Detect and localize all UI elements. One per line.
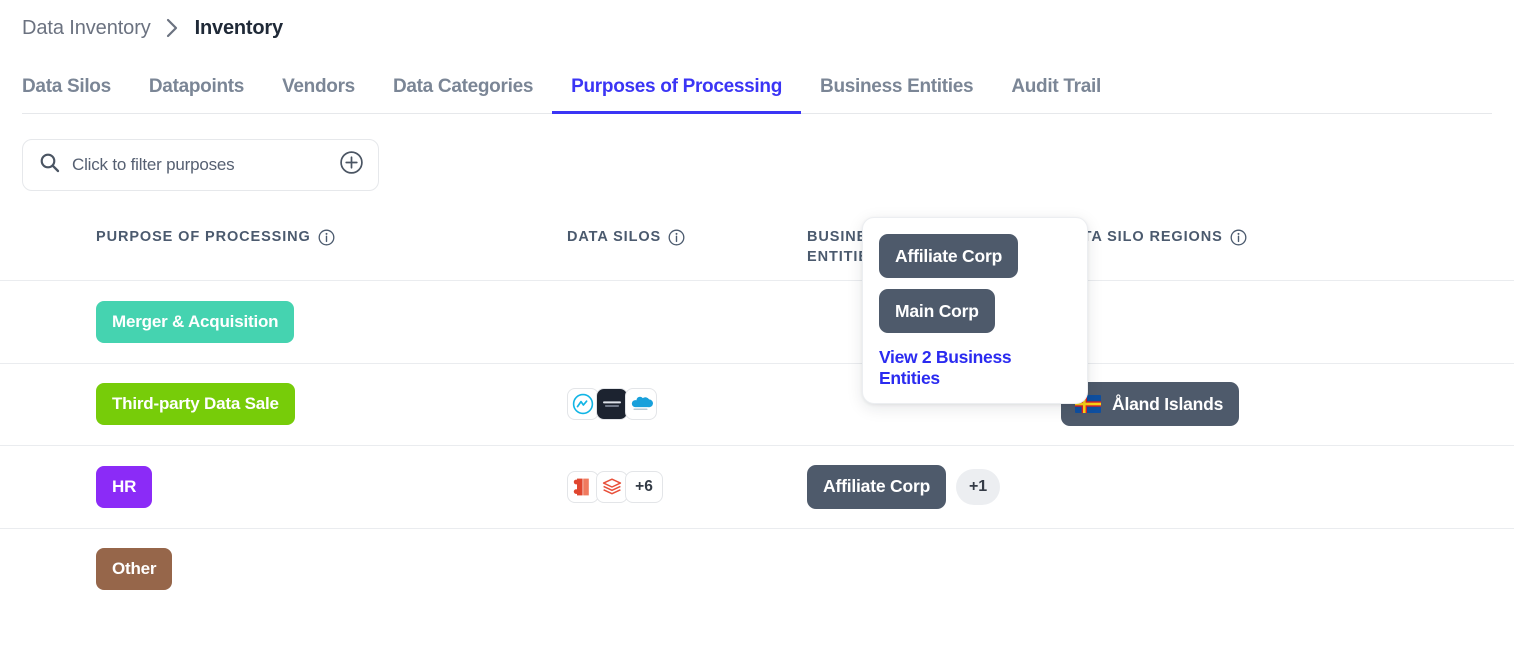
table-row: Third-party Data Sale [0,363,1514,446]
cell-data-silo-regions: Åland Islands [1047,382,1367,426]
data-silo-icon-group[interactable] [567,388,654,420]
tab-purposes-of-processing[interactable]: Purposes of Processing [552,76,801,114]
region-label: Åland Islands [1112,394,1223,415]
tab-business-entities[interactable]: Business Entities [801,76,992,114]
mixpanel-icon[interactable] [567,388,599,420]
purpose-badge[interactable]: Merger & Acquisition [96,301,294,343]
column-header-label: DATA SILOS [567,228,661,248]
cell-purpose: Other [22,548,567,590]
cell-purpose: Third-party Data Sale [22,383,567,425]
tab-data-categories[interactable]: Data Categories [374,76,552,114]
data-silos-more-count[interactable]: +6 [625,471,663,503]
filter-bar [0,114,1514,191]
info-icon[interactable] [1230,229,1247,253]
info-icon[interactable] [668,229,685,253]
table-header-row: PURPOSE OF PROCESSING DATA SILOS BUSIN [0,212,1514,280]
salesforce-icon[interactable] [625,388,657,420]
cell-data-silos: +6 [567,471,807,503]
cards-icon[interactable] [596,388,628,420]
column-header-label: PURPOSE OF PROCESSING [96,228,311,248]
column-header-data-silo-regions: DATA SILO REGIONS [1047,212,1367,253]
databricks-icon[interactable] [596,471,628,503]
search-icon [39,152,60,178]
cell-purpose: Merger & Acquisition [22,301,567,343]
business-entity-badge[interactable]: Affiliate Corp [807,465,946,509]
table-row: HR + [0,445,1514,528]
redshift-icon[interactable] [567,471,599,503]
search-box[interactable] [22,139,379,191]
cell-data-silos [567,388,807,420]
plus-circle-icon[interactable] [339,150,364,180]
cell-business-entities: Affiliate Corp +1 [807,465,1047,509]
purpose-badge[interactable]: Other [96,548,172,590]
popover-business-entity-badge[interactable]: Affiliate Corp [879,234,1018,278]
chevron-right-icon [151,17,195,39]
info-icon[interactable] [318,229,335,253]
search-input[interactable] [72,155,327,175]
tab-bar: Data Silos Datapoints Vendors Data Categ… [0,42,1514,114]
tab-datapoints[interactable]: Datapoints [130,76,263,114]
business-entities-more-count[interactable]: +1 [956,469,1000,505]
table-row: Merger & Acquisition [0,280,1514,363]
tab-data-silos[interactable]: Data Silos [22,76,130,114]
purpose-badge[interactable]: HR [96,466,152,508]
page-title: Inventory [195,17,283,40]
cell-purpose: HR [22,466,567,508]
purposes-table: PURPOSE OF PROCESSING DATA SILOS BUSIN [0,212,1514,610]
purpose-badge[interactable]: Third-party Data Sale [96,383,295,425]
column-header-purpose-of-processing: PURPOSE OF PROCESSING [22,212,567,253]
business-entities-popover: Affiliate Corp Main Corp View 2 Business… [862,217,1088,404]
breadcrumb: Data Inventory Inventory [0,0,1514,42]
breadcrumb-parent[interactable]: Data Inventory [22,17,151,40]
tab-audit-trail[interactable]: Audit Trail [992,76,1120,114]
table-row: Other [0,528,1514,611]
view-business-entities-link[interactable]: View 2 Business Entities [879,347,1071,389]
tab-vendors[interactable]: Vendors [263,76,374,114]
data-silo-icon-group[interactable]: +6 [567,471,663,503]
column-header-data-silos: DATA SILOS [567,212,807,253]
popover-business-entity-badge[interactable]: Main Corp [879,289,995,333]
